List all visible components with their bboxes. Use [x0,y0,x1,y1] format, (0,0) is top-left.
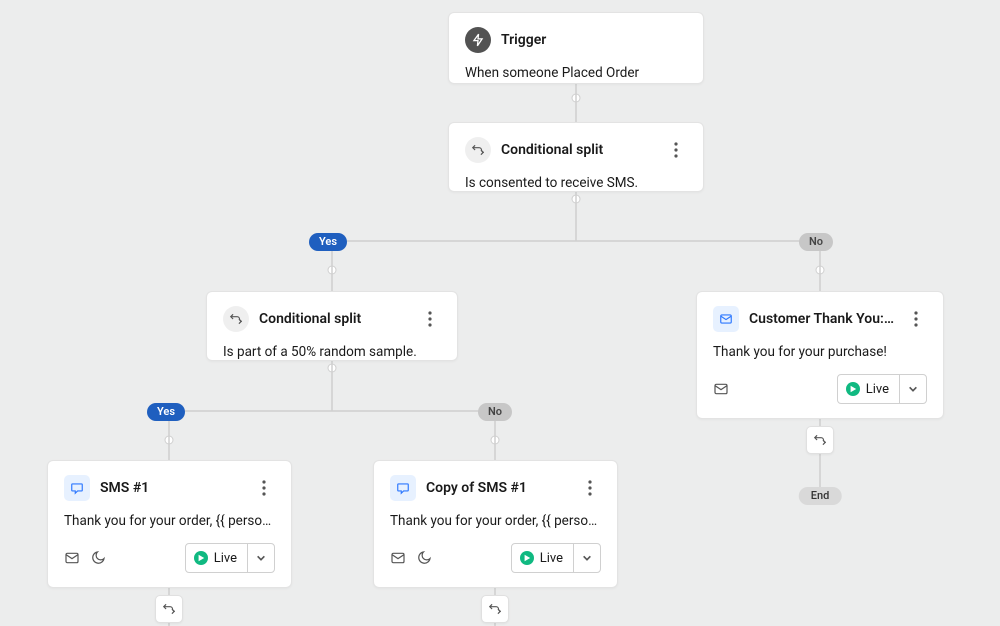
split1-title: Conditional split [501,142,655,158]
channel-icons [713,381,729,397]
split1-desc: Is consented to receive SMS. [465,175,687,191]
yes-label: Yes [147,403,185,421]
conditional-split-node-2[interactable]: Conditional split Is part of a 50% rando… [206,291,458,361]
status-dropdown[interactable]: Live [837,374,927,404]
sms-node-2[interactable]: Copy of SMS #1 Thank you for your order,… [373,460,618,588]
more-button[interactable] [579,477,601,499]
add-step-button[interactable] [481,595,509,623]
channel-icons [64,550,106,566]
status-label: Live [214,551,237,566]
split-icon [223,306,249,332]
trigger-desc: When someone Placed Order [465,65,687,81]
chevron-down-icon [574,553,600,563]
add-step-button[interactable] [806,426,834,454]
conditional-split-node-1[interactable]: Conditional split Is consented to receiv… [448,122,704,192]
status-dot-icon [846,382,860,396]
envelope-icon [713,381,729,397]
status-dot-icon [194,551,208,565]
sms2-title: Copy of SMS #1 [426,480,569,496]
email-desc: Thank you for your purchase! [713,344,927,360]
more-button[interactable] [419,308,441,330]
moon-icon [416,550,432,566]
lightning-icon [465,27,491,53]
no-label: No [799,233,833,251]
add-step-button[interactable] [155,595,183,623]
trigger-node[interactable]: Trigger When someone Placed Order [448,12,704,84]
sms2-desc: Thank you for your order, {{ person|look… [390,513,601,529]
envelope-icon [390,550,406,566]
sms-icon [390,475,416,501]
chevron-down-icon [248,553,274,563]
split2-title: Conditional split [259,311,409,327]
flow-canvas[interactable]: Trigger When someone Placed Order Condit… [0,0,1000,626]
more-button[interactable] [253,477,275,499]
channel-icons [390,550,432,566]
yes-label: Yes [309,233,347,251]
more-button[interactable] [905,308,927,330]
status-dropdown[interactable]: Live [185,543,275,573]
sms-icon [64,475,90,501]
split-icon [465,137,491,163]
status-dropdown[interactable]: Live [511,543,601,573]
sms1-desc: Thank you for your order, {{ person|look… [64,513,275,529]
mail-icon [713,306,739,332]
envelope-icon [64,550,80,566]
status-label: Live [540,551,563,566]
sms1-title: SMS #1 [100,480,243,496]
chevron-down-icon [900,384,926,394]
end-label: End [799,487,842,505]
more-button[interactable] [665,139,687,161]
moon-icon [90,550,106,566]
trigger-title: Trigger [501,32,687,48]
email-title: Customer Thank You: Email... [749,311,895,327]
status-dot-icon [520,551,534,565]
split2-desc: Is part of a 50% random sample. [223,344,441,360]
no-label: No [478,403,512,421]
sms-node-1[interactable]: SMS #1 Thank you for your order, {{ pers… [47,460,292,588]
status-label: Live [866,382,889,397]
email-node[interactable]: Customer Thank You: Email... Thank you f… [696,291,944,419]
